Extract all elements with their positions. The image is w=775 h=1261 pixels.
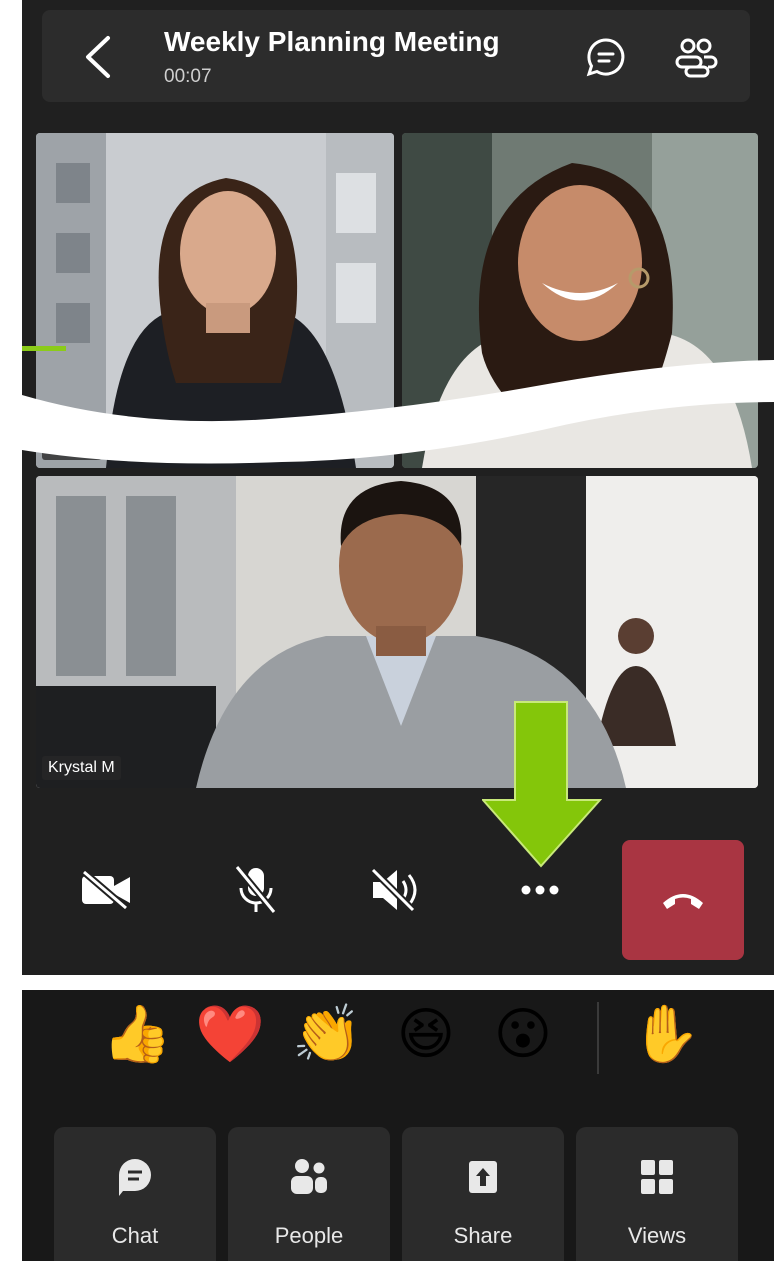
people-icon[interactable] (674, 36, 718, 78)
meeting-timer: 00:07 (164, 66, 212, 87)
screenshot-cut-divider (22, 360, 774, 464)
mic-off-icon[interactable] (228, 862, 284, 918)
chat-action-button[interactable]: Chat (54, 1127, 216, 1261)
reaction-surprised[interactable]: 😮 (487, 998, 559, 1070)
video-tile-participant-3[interactable]: Krystal M (36, 476, 758, 788)
views-action-button[interactable]: Views (576, 1127, 738, 1261)
meeting-header: Weekly Planning Meeting 00:07 (42, 10, 750, 102)
camera-off-icon[interactable] (78, 862, 134, 918)
participant-name-tag: Krystal M (42, 756, 121, 780)
back-chevron-icon (86, 36, 110, 78)
raise-hand-button[interactable]: ✋ (630, 998, 702, 1070)
speaker-off-icon[interactable] (368, 862, 424, 918)
reaction-laugh[interactable]: 😆 (390, 998, 462, 1070)
call-screen: Weekly Planning Meeting 00:07 Reta T (22, 0, 774, 975)
share-icon (469, 1161, 497, 1193)
people-icon (291, 1159, 327, 1194)
reaction-applause[interactable]: 👏 (291, 998, 363, 1070)
share-action-label: Share (453, 1223, 513, 1248)
end-call-icon (663, 894, 703, 909)
chat-bubble-icon[interactable] (585, 36, 627, 78)
reaction-heart[interactable]: ❤️ (194, 998, 266, 1070)
reactions-divider (597, 1002, 599, 1074)
chat-icon (119, 1159, 151, 1196)
back-button[interactable] (80, 34, 120, 80)
reaction-like[interactable]: 👍 (101, 998, 173, 1070)
annotation-arrow-icon (482, 701, 602, 868)
call-controls-bar (22, 800, 774, 975)
end-call-button[interactable] (622, 840, 744, 960)
chat-action-label: Chat (111, 1223, 159, 1248)
people-action-label: People (274, 1223, 344, 1248)
meeting-title: Weekly Planning Meeting (164, 26, 500, 57)
annotation-line (22, 346, 66, 351)
more-options-icon[interactable] (512, 862, 568, 918)
people-action-button[interactable]: People (228, 1127, 390, 1261)
grid-views-icon (641, 1160, 673, 1194)
views-action-label: Views (627, 1223, 687, 1248)
participant-video (36, 476, 758, 788)
share-action-button[interactable]: Share (402, 1127, 564, 1261)
more-options-sheet: 👍 ❤️ 👏 😆 😮 ✋ Chat People Share Views (22, 990, 774, 1261)
